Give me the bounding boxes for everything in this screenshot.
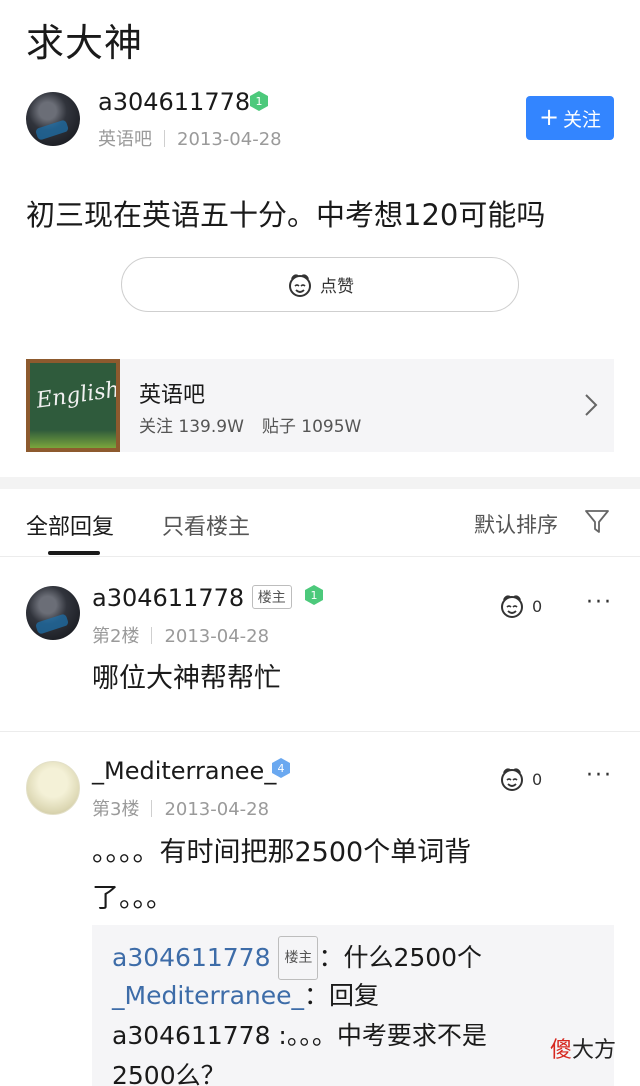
svg-text:1: 1 — [311, 589, 318, 602]
sub-reply-box: a304611778 楼主 ：什么2500个 _Mediterranee_：回复 … — [92, 925, 614, 1086]
chevron-right-icon — [585, 394, 598, 416]
page-title: 求大神 — [26, 21, 144, 65]
tab-underline — [48, 551, 100, 555]
forum-posts: 贴子 1095W — [261, 417, 362, 437]
like-face-icon — [289, 273, 311, 297]
forum-image: English — [26, 359, 120, 452]
tab-host-only[interactable]: 只看楼主 — [162, 509, 250, 541]
author-avatar[interactable] — [26, 92, 80, 146]
meta-divider — [151, 800, 153, 817]
sub-reply-text: ：什么2500个 — [318, 943, 483, 972]
reply-divider — [0, 731, 640, 732]
post-meta: 英语吧 2013-04-28 — [98, 125, 282, 151]
reply-meta: 第2楼 2013-04-28 — [92, 622, 269, 648]
forum-stats: 关注 139.9W 贴子 1095W — [139, 412, 361, 437]
meta-divider — [151, 627, 153, 644]
reply-like-button[interactable]: 0 — [498, 592, 542, 620]
sub-reply-username[interactable]: _Mediterranee_ — [112, 981, 304, 1010]
reply-floor: 第2楼 — [92, 626, 140, 647]
watermark-text: 大方 — [572, 1038, 617, 1063]
like-face-icon — [501, 768, 523, 791]
meta-divider — [164, 130, 165, 147]
level-badge-icon: 1 — [303, 584, 325, 606]
reply-username[interactable]: a304611778 — [92, 584, 244, 612]
reply-content: 哪位大神帮帮忙 — [92, 663, 281, 694]
reply-like-button[interactable]: 0 — [498, 765, 542, 793]
sort-dropdown[interactable]: 默认排序 — [474, 509, 558, 539]
post-content: 初三现在英语五十分。中考想120可能吗 — [26, 198, 546, 232]
filter-icon[interactable] — [584, 508, 610, 534]
watermark-red-text: 傻 — [550, 1038, 573, 1063]
forum-image-text: English — [34, 377, 120, 414]
tab-all-replies[interactable]: 全部回复 — [26, 509, 114, 541]
more-icon[interactable]: ··· — [586, 763, 613, 788]
reply-content-line-2: 了。。。 — [92, 883, 173, 914]
like-face-icon — [501, 595, 523, 618]
sub-reply-3: a304611778 :。。。中考要求不是 — [112, 1021, 487, 1050]
follow-button[interactable]: + 关注 — [526, 96, 614, 140]
section-gap — [0, 477, 640, 489]
follow-label: 关注 — [563, 108, 602, 131]
forum-image-grass — [30, 430, 116, 448]
reply-floor: 第3楼 — [92, 799, 140, 820]
reply-date: 2013-04-28 — [164, 799, 270, 820]
level-badge-icon: 1 — [248, 90, 270, 112]
forum-card[interactable]: English 英语吧 关注 139.9W 贴子 1095W — [26, 359, 614, 452]
post-date: 2013-04-28 — [177, 129, 282, 150]
sub-reply-2: _Mediterranee_：回复 — [112, 976, 379, 1016]
more-icon[interactable]: ··· — [586, 590, 613, 615]
reply-meta: 第3楼 2013-04-28 — [92, 795, 269, 821]
sub-reply-1: a304611778 楼主 ：什么2500个 — [112, 936, 482, 980]
host-badge: 楼主 — [278, 936, 319, 980]
svg-text:4: 4 — [278, 762, 285, 775]
sub-reply-4: 2500么？ — [112, 1061, 226, 1086]
sub-reply-username[interactable]: a304611778 — [112, 943, 270, 972]
forum-name: 英语吧 — [139, 383, 206, 408]
reply-author-name: a304611778 楼主 — [92, 584, 292, 612]
forum-followers: 关注 139.9W — [139, 417, 244, 437]
reply-date: 2013-04-28 — [164, 626, 270, 647]
reply-avatar[interactable] — [26, 761, 80, 815]
reply-tabs: 全部回复 只看楼主 默认排序 — [0, 489, 640, 557]
author-name[interactable]: a304611778 — [98, 88, 250, 116]
like-label: 点赞 — [320, 277, 354, 297]
host-badge: 楼主 — [251, 585, 292, 609]
sub-reply-text: ：回复 — [304, 981, 380, 1010]
level-badge-icon: 4 — [270, 757, 292, 779]
plus-icon: + — [538, 103, 560, 131]
reply-content-line-1: 。。。。有时间把那2500个单词背 — [92, 837, 472, 868]
svg-text:1: 1 — [256, 95, 263, 108]
watermark: 傻大方 — [550, 1032, 616, 1064]
forum-source[interactable]: 英语吧 — [98, 129, 152, 150]
reply-username[interactable]: _Mediterranee_ — [92, 757, 276, 785]
reply-like-count: 0 — [532, 769, 543, 789]
reply-like-count: 0 — [532, 596, 543, 616]
like-button[interactable]: 点赞 — [121, 257, 519, 312]
reply-avatar[interactable] — [26, 586, 80, 640]
